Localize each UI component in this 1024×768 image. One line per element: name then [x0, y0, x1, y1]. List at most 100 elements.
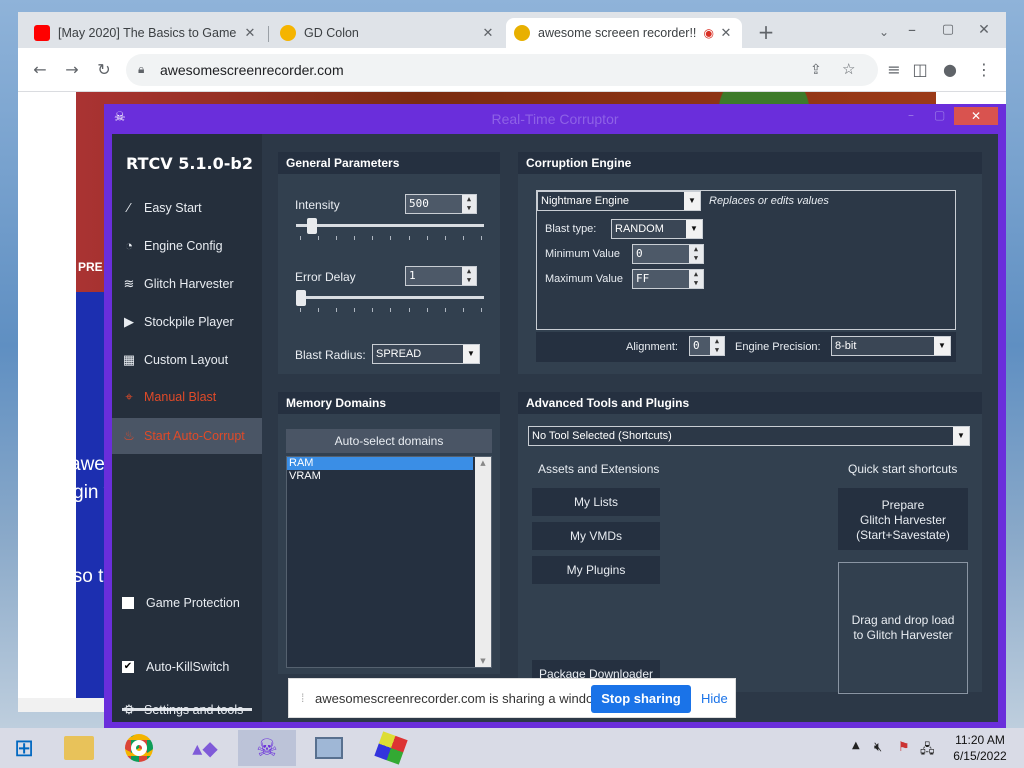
- taskbar-file-explorer[interactable]: [50, 730, 108, 766]
- intensity-input[interactable]: 500 ▲ ▼: [405, 194, 477, 214]
- tool-select[interactable]: No Tool Selected (Shortcuts) ▼: [528, 426, 970, 446]
- muted-speaker-icon[interactable]: 🔇︎: [874, 740, 882, 755]
- memory-domain-list[interactable]: RAM VRAM ▲ ▼: [286, 456, 492, 668]
- address-bar[interactable]: 🔒︎ awesomescreenrecorder.com ⇪ ☆: [126, 54, 878, 86]
- new-tab-icon[interactable]: +: [756, 22, 776, 42]
- nav-manual-blast[interactable]: ⌖ Manual Blast: [112, 379, 262, 415]
- close-icon[interactable]: ✕: [480, 25, 496, 41]
- rtc-titlebar[interactable]: ☠ Real-Time Corruptor – ▢ ✕: [104, 104, 1006, 134]
- tab-list-chevron-icon[interactable]: ⌄: [874, 22, 894, 42]
- kebab-menu-icon[interactable]: ⋮: [974, 60, 994, 80]
- error-delay-input[interactable]: 1 ▲ ▼: [405, 266, 477, 286]
- star-icon[interactable]: ☆: [842, 60, 855, 78]
- blast-type-select[interactable]: RANDOM ▼: [611, 219, 703, 239]
- alignment-input[interactable]: 0 ▲ ▼: [689, 336, 725, 356]
- game-image-text: PRE: [78, 260, 103, 274]
- chevron-down-icon: ▼: [684, 192, 700, 210]
- taskbar-rtc[interactable]: ☠: [238, 730, 296, 766]
- domain-item-ram[interactable]: RAM: [287, 457, 473, 470]
- close-icon[interactable]: ✕: [954, 107, 998, 125]
- maximize-icon[interactable]: ▢: [938, 20, 958, 40]
- tab-search-icon[interactable]: ≡: [884, 60, 904, 80]
- share-icon[interactable]: ⇪: [810, 61, 822, 78]
- close-window-icon[interactable]: ✕: [974, 20, 994, 40]
- panel-title: Memory Domains: [278, 392, 500, 414]
- chevron-down-icon: ▼: [463, 345, 479, 363]
- nav-engine-config[interactable]: ◔ Engine Config: [112, 228, 262, 264]
- domain-item-vram[interactable]: VRAM: [287, 470, 473, 483]
- tab-youtube[interactable]: [May 2020] The Basics to Game Cor ✕: [26, 18, 266, 48]
- nav-stockpile-player[interactable]: ▶ Stockpile Player: [112, 304, 262, 340]
- nav-custom-layout[interactable]: ▦ Custom Layout: [112, 342, 262, 378]
- taskbar: ⊞ ▴◆ ☠ ▲ 🔇︎ ⚑ 🖧︎ 11:20 AM 6/15/2022: [0, 728, 1024, 768]
- tab-separator: [268, 26, 269, 42]
- version-label: RTCV 5.1.0-b2: [126, 154, 253, 173]
- engine-precision-select[interactable]: 8-bit ▼: [831, 336, 951, 356]
- spinner-icon[interactable]: ▲ ▼: [689, 270, 703, 288]
- taskbar-monitor-app[interactable]: [300, 730, 358, 766]
- start-button[interactable]: ⊞: [0, 730, 48, 766]
- rtc-window-title: Real-Time Corruptor: [491, 111, 619, 127]
- stop-sharing-button[interactable]: Stop sharing: [591, 685, 691, 713]
- monitor-app-icon: [315, 737, 343, 759]
- auto-select-domains-button[interactable]: Auto-select domains: [286, 429, 492, 453]
- flag-icon[interactable]: ⚑: [898, 740, 910, 755]
- nav-glitch-harvester[interactable]: ≋ Glitch Harvester: [112, 266, 262, 302]
- intensity-slider-thumb[interactable]: [306, 218, 317, 234]
- reload-icon[interactable]: ↻: [94, 60, 114, 80]
- prepare-glitch-harvester-button[interactable]: Prepare Glitch Harvester (Start+Savestat…: [838, 488, 968, 550]
- spinner-icon[interactable]: ▲ ▼: [462, 267, 476, 285]
- my-plugins-button[interactable]: My Plugins: [532, 556, 660, 584]
- tab-gd-colon[interactable]: GD Colon ✕: [272, 18, 504, 48]
- max-value-input[interactable]: FF ▲ ▼: [632, 269, 704, 289]
- my-vmds-button[interactable]: My VMDs: [532, 522, 660, 550]
- settings-and-tools-button[interactable]: ⚙ Settings and tools: [112, 692, 262, 728]
- screen-share-banner: ⁞ awesomescreenrecorder.com is sharing a…: [288, 678, 736, 718]
- tab-awesome-recorder[interactable]: awesome screeen recorder!! ◉ ✕: [506, 18, 742, 48]
- drag-handle-icon[interactable]: ⁞: [301, 691, 304, 705]
- spinner-icon[interactable]: ▲ ▼: [462, 195, 476, 213]
- url-text: awesomescreenrecorder.com: [160, 62, 344, 78]
- button-line: (Start+Savestate): [856, 528, 950, 542]
- nav-start-auto-corrupt[interactable]: ♨ Start Auto-Corrupt: [112, 418, 262, 454]
- engine-select[interactable]: Nightmare Engine ▼: [537, 191, 701, 211]
- auto-killswitch-checkbox[interactable]: ✔ Auto-KillSwitch: [122, 660, 229, 674]
- taskbar-game-app[interactable]: [362, 730, 420, 766]
- drag-drop-zone[interactable]: Drag and drop load to Glitch Harvester: [838, 562, 968, 694]
- maximize-icon[interactable]: ▢: [934, 108, 945, 122]
- dropzone-line: Drag and drop load: [851, 613, 955, 627]
- hide-link[interactable]: Hide: [701, 691, 728, 706]
- intensity-slider-track[interactable]: [296, 224, 484, 227]
- minimize-icon[interactable]: –: [908, 108, 914, 122]
- button-line: Glitch Harvester: [859, 513, 947, 527]
- min-value-input[interactable]: 0 ▲ ▼: [632, 244, 704, 264]
- close-icon[interactable]: ✕: [242, 25, 258, 41]
- engine-value: Nightmare Engine: [541, 195, 630, 207]
- scroll-up-icon[interactable]: ▲: [475, 459, 491, 467]
- minimize-icon[interactable]: –: [902, 20, 922, 40]
- dropzone-line: to Glitch Harvester: [853, 628, 953, 642]
- taskbar-clock[interactable]: 11:20 AM 6/15/2022: [940, 732, 1020, 764]
- side-panel-icon[interactable]: ◫: [910, 60, 930, 80]
- taskbar-chrome[interactable]: [110, 730, 168, 766]
- file-explorer-icon: [64, 736, 94, 760]
- error-delay-slider-thumb[interactable]: [296, 290, 306, 306]
- spinner-icon[interactable]: ▲ ▼: [689, 245, 703, 263]
- spinner-icon[interactable]: ▲ ▼: [710, 337, 724, 355]
- network-icon[interactable]: 🖧︎: [920, 740, 935, 762]
- back-arrow-icon[interactable]: ←: [30, 60, 50, 80]
- profile-icon[interactable]: ●: [940, 60, 960, 80]
- close-icon[interactable]: ✕: [718, 25, 734, 41]
- browser-toolbar: ← → ↻ 🔒︎ awesomescreenrecorder.com ⇪ ☆ ≡…: [18, 48, 1006, 92]
- advanced-tools-panel: Advanced Tools and Plugins No Tool Selec…: [518, 392, 982, 694]
- forward-arrow-icon[interactable]: →: [62, 60, 82, 80]
- chevron-up-icon[interactable]: ▲: [852, 740, 860, 751]
- blast-radius-select[interactable]: SPREAD ▼: [372, 344, 480, 364]
- error-delay-slider-track[interactable]: [296, 296, 484, 299]
- scroll-down-icon[interactable]: ▼: [475, 657, 491, 665]
- nav-easy-start[interactable]: ⁄ Easy Start: [112, 190, 262, 226]
- vertical-scrollbar[interactable]: ▲ ▼: [475, 457, 491, 667]
- taskbar-app-triangle[interactable]: ▴◆: [176, 730, 234, 766]
- game-protection-checkbox[interactable]: Game Protection: [122, 596, 240, 610]
- my-lists-button[interactable]: My Lists: [532, 488, 660, 516]
